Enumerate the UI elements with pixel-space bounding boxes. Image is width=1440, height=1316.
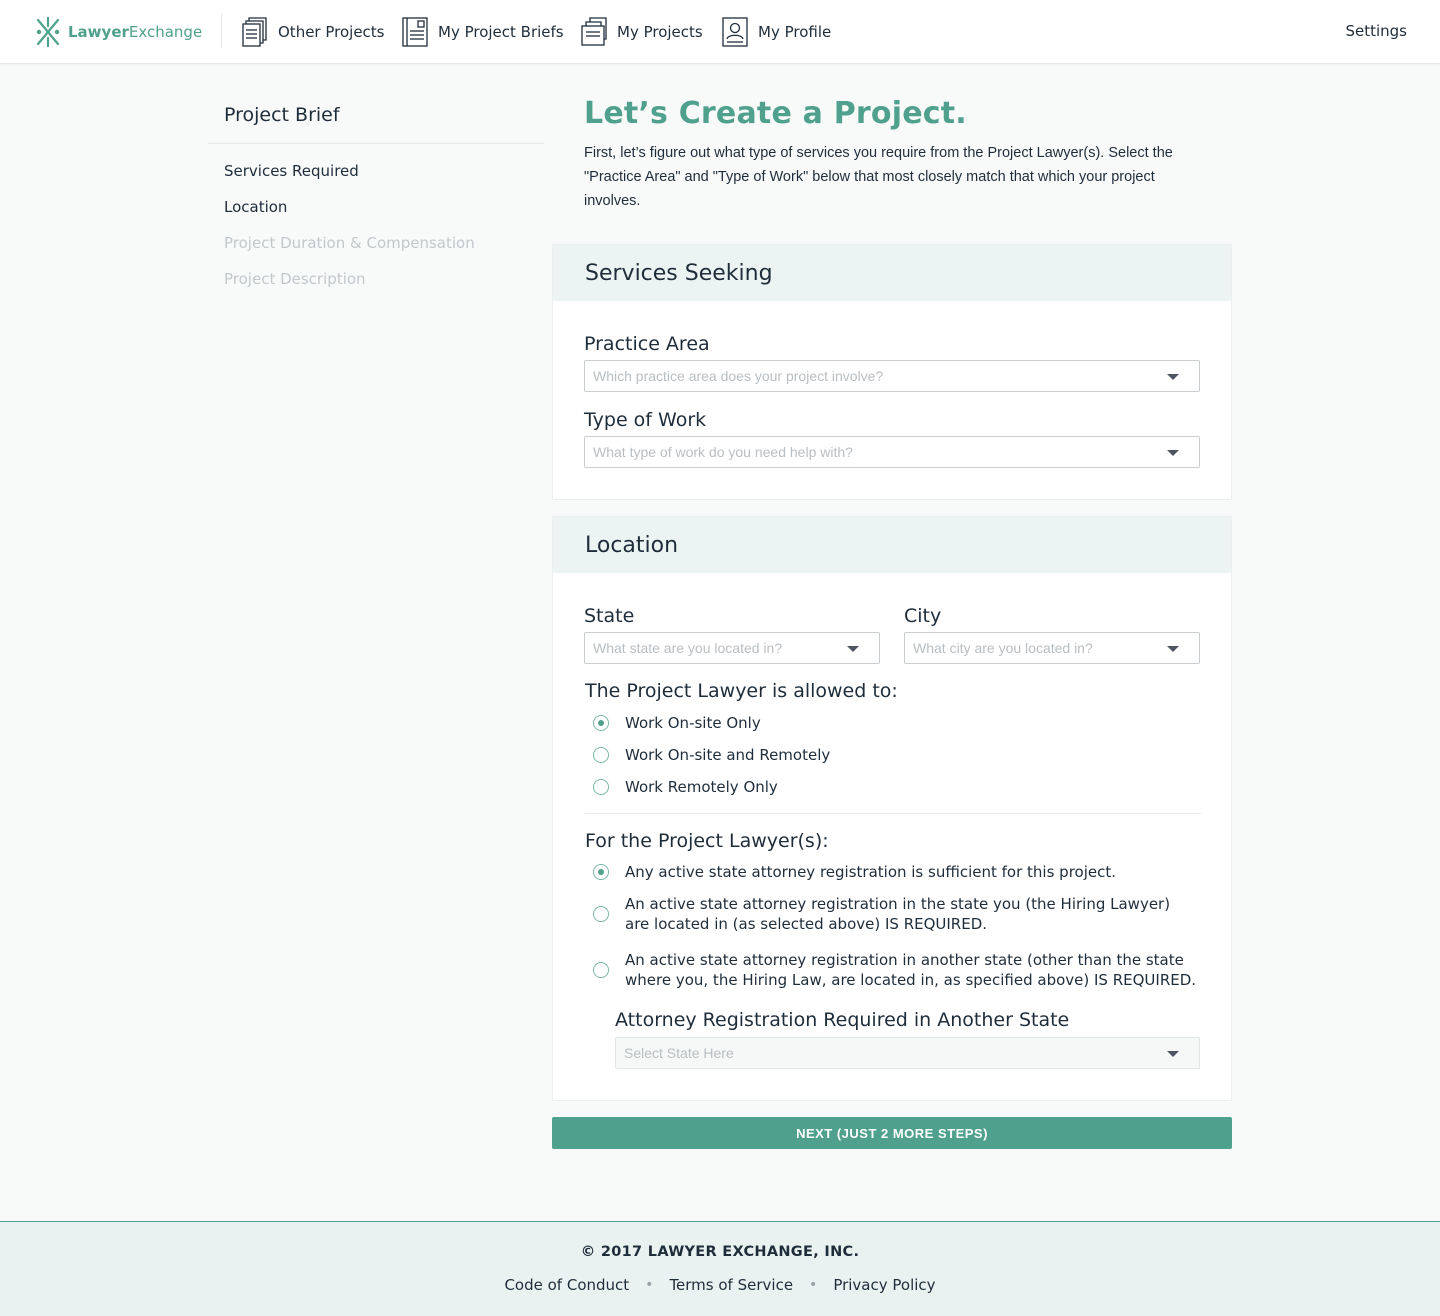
other-state-label: Attorney Registration Required in Anothe… bbox=[615, 1009, 1070, 1031]
next-button[interactable]: NEXT (JUST 2 MORE STEPS) bbox=[552, 1117, 1232, 1149]
radio-button[interactable] bbox=[593, 747, 609, 763]
location-heading: Location bbox=[553, 517, 1231, 573]
radio-label: Work Remotely Only bbox=[625, 778, 778, 796]
radio-registration-same-state[interactable]: An active state attorney registration in… bbox=[593, 894, 1193, 934]
profile-card-icon bbox=[722, 17, 748, 47]
chevron-down-icon bbox=[1167, 374, 1179, 380]
nav-label: My Projects bbox=[617, 23, 703, 41]
brand-name: LawyerExchange bbox=[68, 23, 203, 41]
radio-button[interactable] bbox=[593, 779, 609, 795]
radio-work-onsite-only[interactable]: Work On-site Only bbox=[593, 713, 761, 733]
privacy-policy-link[interactable]: Privacy Policy bbox=[833, 1276, 935, 1294]
sidebar-item-project-duration: Project Duration & Compensation bbox=[224, 234, 475, 252]
city-placeholder: What city are you located in? bbox=[913, 640, 1093, 656]
practice-area-select[interactable]: Which practice area does your project in… bbox=[584, 360, 1200, 392]
section-divider bbox=[585, 813, 1201, 814]
footer: © 2017 LAWYER EXCHANGE, INC. Code of Con… bbox=[0, 1221, 1440, 1316]
chevron-down-icon bbox=[1167, 1051, 1179, 1057]
state-placeholder: What state are you located in? bbox=[593, 640, 783, 656]
nav-my-project-briefs[interactable]: My Project Briefs bbox=[402, 16, 564, 48]
other-state-placeholder: Select State Here bbox=[624, 1045, 734, 1061]
header-divider bbox=[221, 14, 222, 48]
radio-label: Work On-site Only bbox=[625, 714, 761, 732]
radio-label: Any active state attorney registration i… bbox=[625, 863, 1117, 881]
location-card: Location State What state are you locate… bbox=[552, 516, 1232, 1101]
sidebar-item-location[interactable]: Location bbox=[224, 198, 287, 216]
registration-label: For the Project Lawyer(s): bbox=[585, 830, 829, 852]
folder-documents-icon bbox=[581, 17, 607, 46]
radio-button[interactable] bbox=[593, 962, 609, 978]
radio-button[interactable] bbox=[593, 715, 609, 731]
code-of-conduct-link[interactable]: Code of Conduct bbox=[504, 1276, 629, 1294]
chevron-down-icon bbox=[847, 646, 859, 652]
sidebar-title: Project Brief bbox=[224, 104, 340, 126]
nav-my-profile[interactable]: My Profile bbox=[722, 16, 831, 48]
lawyer-exchange-logo-icon bbox=[36, 16, 60, 48]
sidebar-item-services-required[interactable]: Services Required bbox=[224, 162, 359, 180]
documents-stack-icon bbox=[242, 17, 267, 47]
type-of-work-placeholder: What type of work do you need help with? bbox=[593, 444, 853, 460]
practice-area-label: Practice Area bbox=[584, 333, 710, 355]
type-of-work-select[interactable]: What type of work do you need help with? bbox=[584, 436, 1200, 468]
services-seeking-heading: Services Seeking bbox=[553, 245, 1231, 301]
document-brief-icon bbox=[402, 17, 428, 47]
radio-label: An active state attorney registration in… bbox=[625, 895, 1171, 933]
top-navigation-bar: LawyerExchange Other Projects My Project… bbox=[0, 0, 1440, 64]
footer-links: Code of Conduct • Terms of Service • Pri… bbox=[0, 1276, 1440, 1294]
state-label: State bbox=[584, 605, 635, 627]
services-seeking-card: Services Seeking Practice Area Which pra… bbox=[552, 244, 1232, 500]
radio-work-remotely-only[interactable]: Work Remotely Only bbox=[593, 777, 778, 797]
chevron-down-icon bbox=[1167, 646, 1179, 652]
radio-label: An active state attorney registration in… bbox=[625, 951, 1197, 989]
practice-area-placeholder: Which practice area does your project in… bbox=[593, 368, 884, 384]
state-select[interactable]: What state are you located in? bbox=[584, 632, 880, 664]
radio-registration-another-state[interactable]: An active state attorney registration in… bbox=[593, 950, 1213, 990]
radio-label: Work On-site and Remotely bbox=[625, 746, 831, 764]
settings-link[interactable]: Settings bbox=[1345, 22, 1407, 40]
radio-work-onsite-and-remotely[interactable]: Work On-site and Remotely bbox=[593, 745, 830, 765]
separator-dot-icon: • bbox=[809, 1277, 818, 1293]
radio-any-registration[interactable]: Any active state attorney registration i… bbox=[593, 862, 1193, 882]
allowed-to-label: The Project Lawyer is allowed to: bbox=[585, 680, 898, 702]
type-of-work-label: Type of Work bbox=[584, 409, 707, 431]
nav-other-projects[interactable]: Other Projects bbox=[242, 16, 385, 48]
sidebar-divider bbox=[208, 143, 544, 144]
city-label: City bbox=[904, 605, 942, 627]
terms-of-service-link[interactable]: Terms of Service bbox=[669, 1276, 793, 1294]
nav-label: My Profile bbox=[758, 23, 832, 41]
separator-dot-icon: • bbox=[645, 1277, 654, 1293]
nav-label: Other Projects bbox=[278, 23, 385, 41]
copyright-text: © 2017 LAWYER EXCHANGE, INC. bbox=[580, 1244, 860, 1260]
other-state-select[interactable]: Select State Here bbox=[615, 1037, 1200, 1069]
radio-button[interactable] bbox=[593, 864, 609, 880]
nav-my-projects[interactable]: My Projects bbox=[581, 16, 703, 48]
brand-logo[interactable]: LawyerExchange bbox=[34, 16, 202, 48]
city-select[interactable]: What city are you located in? bbox=[904, 632, 1200, 664]
page-title: Let’s Create a Project. bbox=[584, 96, 967, 131]
intro-text: First, let’s figure out what type of ser… bbox=[584, 145, 1173, 209]
chevron-down-icon bbox=[1167, 450, 1179, 456]
sidebar-item-project-description: Project Description bbox=[224, 270, 366, 288]
nav-label: My Project Briefs bbox=[438, 23, 564, 41]
radio-button[interactable] bbox=[593, 906, 609, 922]
